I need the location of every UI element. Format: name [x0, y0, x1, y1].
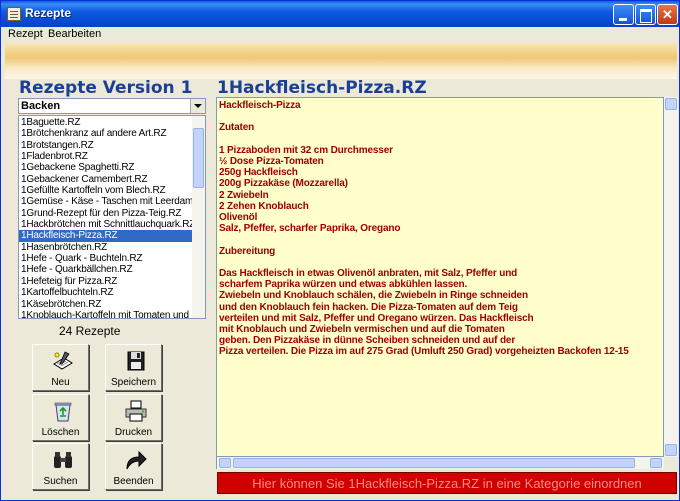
- recipe-text-line: 1 Pizzaboden mit 32 cm Durchmesser: [219, 144, 393, 156]
- category-status: Hier können Sie 1Hackfleisch-Pizza.RZ in…: [217, 472, 677, 494]
- scrollbar-thumb[interactable]: [193, 128, 204, 188]
- delete-button[interactable]: Löschen: [32, 394, 89, 441]
- menu-bearbeiten[interactable]: Bearbeiten: [48, 28, 101, 40]
- window-title: Rezepte: [25, 6, 72, 20]
- printer-icon: [125, 400, 147, 422]
- recipe-list-item[interactable]: 1Gebackener Camembert.RZ: [19, 174, 193, 185]
- delete-button-label: Löschen: [41, 427, 80, 438]
- close-button[interactable]: ✕: [657, 4, 678, 25]
- recipe-text-line: 2 Zwiebeln: [219, 189, 269, 201]
- recipe-text-vscrollbar[interactable]: [664, 97, 678, 457]
- recipe-list[interactable]: 1Baguette.RZ 1Brötchenkranz auf andere Ar…: [18, 115, 206, 319]
- recipe-text-line: mit Knoblauch und Zwiebeln vermischen un…: [219, 324, 505, 335]
- category-value: Backen: [21, 100, 61, 112]
- recipe-book-icon: [7, 7, 21, 21]
- recipe-list-item[interactable]: 1Gemüse - Käse - Taschen mit Leerdame: [19, 196, 193, 207]
- exit-arrow-icon: [126, 450, 147, 470]
- new-recipe-icon: [53, 351, 73, 370]
- recipe-text-line: 250g Hackfleisch: [219, 167, 298, 179]
- scroll-up-arrow[interactable]: [665, 98, 677, 110]
- recipe-list-item[interactable]: 1Gebackene Spaghetti.RZ: [19, 162, 193, 173]
- recipe-list-item[interactable]: 1Hackbrötchen mit Schnittlauchquark.RZ: [19, 219, 193, 230]
- recipe-list-item[interactable]: 1Hefe - Quarkbällchen.RZ: [19, 264, 193, 275]
- recipe-list-item[interactable]: 1Kartoffelbuchteln.RZ: [19, 287, 193, 298]
- recipe-list-item[interactable]: 1Grund-Rezept für den Pizza-Teig.RZ: [19, 208, 193, 219]
- recipe-text-line: Zutaten: [219, 122, 255, 134]
- recipe-text-line: Zwiebeln und Knoblauch schälen, die Zwie…: [219, 290, 528, 302]
- app-heading: Rezepte Version 1: [19, 78, 193, 98]
- recipe-list-item[interactable]: 1Hasenbrötchen.RZ: [19, 242, 193, 253]
- menu-rezept[interactable]: Rezept: [8, 28, 43, 40]
- search-button-label: Suchen: [43, 476, 78, 487]
- save-button-label: Speichern: [110, 377, 157, 388]
- recipe-text-area[interactable]: Hackfleisch-Pizza Zutaten 1 Pizzaboden mit…: [216, 97, 664, 457]
- binoculars-icon: [54, 452, 72, 468]
- recipe-list-item[interactable]: 1Hefeteig für Pizza.RZ: [19, 276, 193, 287]
- recipe-text-line: ½ Dose Pizza-Tomaten: [219, 156, 324, 167]
- recipe-list-item[interactable]: 1Gefüllte Kartoffeln vom Blech.RZ: [19, 185, 193, 196]
- hscrollbar-thumb[interactable]: [233, 458, 635, 468]
- recipe-title: 1Hackfleisch-Pizza.RZ: [217, 78, 427, 98]
- menu-bar: Rezept Bearbeiten: [1, 27, 679, 43]
- category-dropdown[interactable]: Backen: [18, 98, 206, 114]
- recipe-text-line: Olivenöl: [219, 212, 258, 223]
- recipe-text-line: Das Hackfleisch in etwas Olivenöl anbrat…: [219, 268, 518, 279]
- recycle-bin-icon: [54, 402, 72, 422]
- recipe-text-line: Pizza verteilen. Die Pizza im auf 275 Gr…: [219, 346, 629, 358]
- exit-button[interactable]: Beenden: [105, 443, 162, 490]
- recipe-text-line: Zubereitung: [219, 245, 276, 257]
- recipe-list-item[interactable]: 1Brötchenkranz auf andere Art.RZ: [19, 128, 193, 139]
- exit-button-label: Beenden: [113, 476, 154, 487]
- recipe-list-item[interactable]: 1Brotstangen.RZ: [19, 140, 193, 151]
- new-button-label: Neu: [51, 377, 70, 388]
- header-banner: [5, 43, 677, 79]
- new-button[interactable]: Neu: [32, 344, 89, 391]
- recipe-text-line: Hackfleisch-Pizza: [219, 100, 301, 111]
- recipe-text-hscrollbar[interactable]: [216, 457, 664, 469]
- scroll-down-arrow[interactable]: [665, 444, 677, 456]
- scroll-right-arrow[interactable]: [650, 458, 662, 468]
- app-window: Rezepte ✕ Rezept Bearbeiten Rezepte Vers…: [0, 0, 680, 501]
- recipe-text-line: scharfem Paprika würzen und etwas abkühl…: [219, 279, 468, 291]
- recipe-list-item[interactable]: 1Hefe - Quark - Buchteln.RZ: [19, 253, 193, 264]
- recipe-text-line: geben. Den Pizzakäse in dünne Scheiben s…: [219, 335, 516, 347]
- search-button[interactable]: Suchen: [32, 443, 89, 490]
- recipe-text-line: und den Knoblauch fein hacken. Die Pizza…: [219, 301, 518, 313]
- recipe-list-item[interactable]: 1Käsebrötchen.RZ: [19, 299, 193, 310]
- recipe-list-item[interactable]: 1Fladenbrot.RZ: [19, 151, 193, 162]
- chevron-down-icon[interactable]: [190, 99, 205, 113]
- recipe-list-item[interactable]: 1Baguette.RZ: [19, 117, 193, 128]
- recipe-text-line: 200g Pizzakäse (Mozzarella): [219, 178, 348, 190]
- scroll-left-arrow[interactable]: [219, 458, 231, 468]
- recipe-text-line: Salz, Pfeffer, scharfer Paprika, Oregano: [219, 223, 401, 235]
- recipe-list-scrollbar[interactable]: [192, 116, 205, 318]
- title-bar[interactable]: Rezepte ✕: [1, 1, 679, 27]
- recipe-text-line: 2 Zehen Knoblauch: [219, 200, 309, 212]
- print-button-label: Drucken: [114, 427, 153, 438]
- recipe-items: 1Baguette.RZ 1Brötchenkranz auf andere Ar…: [19, 117, 193, 318]
- minimize-button[interactable]: [613, 4, 634, 25]
- floppy-disk-icon: [127, 351, 145, 371]
- recipe-list-item[interactable]: 1Hackfleisch-Pizza.RZ: [19, 230, 193, 242]
- recipe-list-item[interactable]: 1Knoblauch-Kartoffeln mit Tomaten und S: [19, 310, 193, 318]
- recipe-text-line: verteilen und mit Salz, Pfeffer und Oreg…: [219, 312, 534, 324]
- save-button[interactable]: Speichern: [105, 344, 162, 391]
- maximize-button[interactable]: [635, 4, 656, 25]
- recipe-count: 24 Rezepte: [59, 324, 121, 338]
- print-button[interactable]: Drucken: [105, 394, 162, 441]
